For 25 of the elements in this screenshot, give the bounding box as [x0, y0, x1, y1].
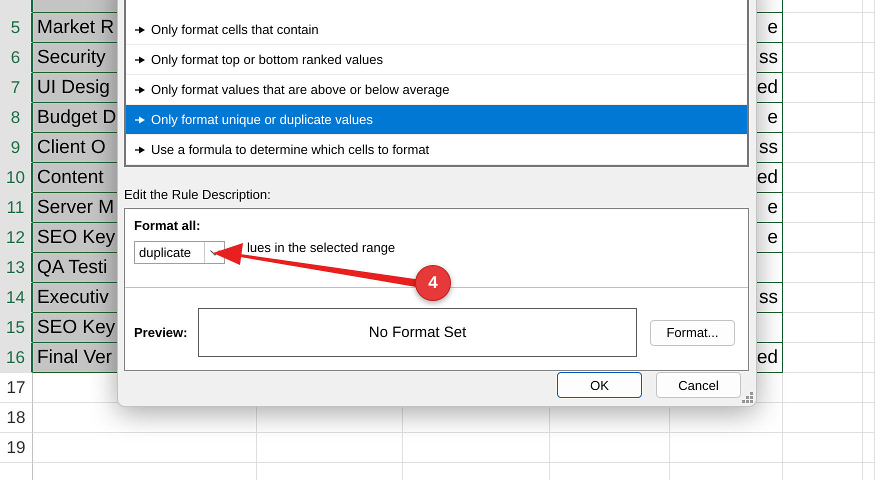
row-header[interactable]: 5	[0, 13, 33, 43]
dialog-button[interactable]: OK	[557, 372, 642, 398]
row-header[interactable]: 18	[0, 403, 33, 433]
duplicate-dropdown[interactable]: duplicate	[134, 241, 225, 264]
row-header[interactable]: 17	[0, 373, 33, 403]
row-header[interactable]: 11	[0, 193, 33, 223]
row-header[interactable]: 16	[0, 343, 33, 373]
row-header[interactable]: 14	[0, 283, 33, 313]
preview-box: No Format Set	[198, 308, 637, 357]
row-header[interactable]: 6	[0, 43, 33, 73]
row-header[interactable]: 7	[0, 73, 33, 103]
row-header[interactable]: 10	[0, 163, 33, 193]
row-header[interactable]: 8	[0, 103, 33, 133]
row-header[interactable]: 9	[0, 133, 33, 163]
row-header[interactable]: 12	[0, 223, 33, 253]
rule-type-item[interactable]: Only format top or bottom ranked values	[126, 45, 747, 75]
row-header[interactable]: 19	[0, 433, 33, 463]
rule-type-item[interactable]: Use a formula to determine which cells to format	[126, 135, 747, 165]
dialog-button[interactable]: Cancel	[656, 372, 741, 398]
format-button[interactable]: Format...	[650, 320, 735, 346]
rule-type-item[interactable]: Only format cells that contain	[126, 15, 747, 45]
row-header[interactable]: 15	[0, 313, 33, 343]
row-header[interactable]: 13	[0, 253, 33, 283]
rule-type-item[interactable]: Only format unique or duplicate values	[126, 105, 747, 135]
preview-label: Preview:	[134, 324, 188, 340]
